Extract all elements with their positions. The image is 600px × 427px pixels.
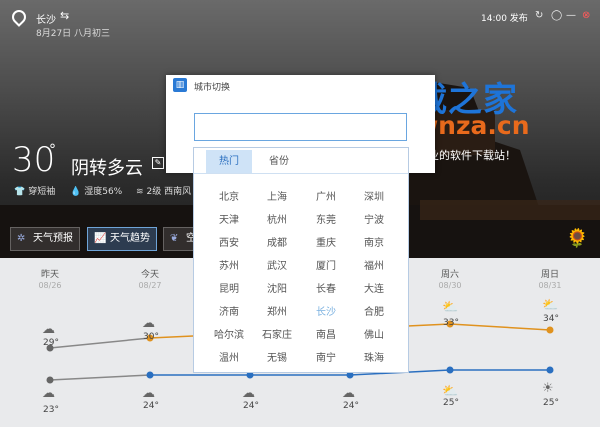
city-option[interactable]: 深圳 (352, 188, 396, 203)
high-temp: 33° (443, 318, 459, 328)
tab-air[interactable]: ❦ 空 (163, 227, 196, 251)
city-option[interactable]: 武汉 (255, 257, 299, 272)
cloud-icon: ☁ (342, 386, 355, 401)
city-option[interactable]: 苏州 (207, 257, 251, 272)
cloud-icon: ☁ (42, 386, 55, 401)
humidity-info: 💧 湿度56% (70, 187, 123, 197)
city-option[interactable]: 重庆 (304, 234, 348, 249)
publish-time: 14:00 发布 (481, 14, 528, 24)
cloud-sun-icon: ⛅ (442, 300, 459, 315)
city-search-input[interactable] (194, 113, 407, 141)
city-option[interactable]: 沈阳 (255, 280, 299, 295)
cloud-sun-icon: ⛅ (542, 298, 559, 313)
day-label: 昨天 (40, 270, 59, 280)
city-option[interactable]: 广州 (304, 188, 348, 203)
tab-forecast[interactable]: ✲ 天气预报 (10, 227, 80, 251)
city-option[interactable]: 杭州 (255, 211, 299, 226)
high-temp: 30° (143, 332, 159, 342)
past-low-line (49, 374, 151, 381)
city-option[interactable]: 合肥 (352, 303, 396, 318)
day-label: 周六 (440, 270, 459, 280)
low-point-5 (546, 366, 554, 374)
current-date: 8月27日 八月初三 (36, 29, 111, 39)
low-point-0 (46, 376, 54, 384)
wind-info: ≋ 2级 西南风 (136, 187, 192, 197)
city-option[interactable]: 南昌 (304, 326, 348, 341)
day-label: 周日 (540, 270, 559, 280)
low-temp: 25° (543, 398, 559, 408)
day-date: 08/31 (538, 281, 562, 290)
city-option[interactable]: 宁波 (352, 211, 396, 226)
low-point-1 (146, 371, 154, 379)
low-temp: 25° (443, 398, 459, 408)
wind-icon: ≋ (136, 187, 144, 197)
city-option[interactable]: 福州 (352, 257, 396, 272)
panel-divider (194, 173, 408, 174)
flower-icon[interactable]: 🌻 (566, 228, 588, 249)
drop-icon: 💧 (70, 187, 82, 197)
current-city[interactable]: 长沙 (36, 11, 56, 26)
edit-icon[interactable]: ✎ (152, 157, 164, 169)
day-date: 08/30 (438, 281, 462, 290)
city-option[interactable]: 东莞 (304, 211, 348, 226)
degree-symbol: ° (49, 142, 56, 158)
chart-icon: 📈 (94, 233, 107, 244)
city-option[interactable]: 昆明 (207, 280, 251, 295)
dress-info: 👕 穿短袖 (14, 187, 56, 197)
city-option[interactable]: 无锡 (255, 349, 299, 364)
cloud-icon: ☁ (142, 386, 155, 401)
cloud-icon: ☁ (42, 322, 55, 337)
city-option[interactable]: 济南 (207, 303, 251, 318)
city-option[interactable]: 佛山 (352, 326, 396, 341)
cloud-icon: ☁ (242, 386, 255, 401)
city-option[interactable]: 北京 (207, 188, 251, 203)
high-temp: 29° (43, 338, 59, 348)
day-label: 今天 (140, 270, 159, 280)
city-option[interactable]: 郑州 (255, 303, 299, 318)
high-point-5 (546, 326, 554, 334)
city-option[interactable]: 长春 (304, 280, 348, 295)
tab-provinces[interactable]: 省份 (256, 150, 302, 173)
city-option[interactable]: 长沙 (304, 303, 348, 318)
past-high-line (49, 337, 151, 349)
low-temp: 24° (143, 401, 159, 411)
city-option[interactable]: 石家庄 (255, 326, 299, 341)
leaf-icon: ❦ (170, 233, 179, 244)
day-date: 08/27 (138, 281, 162, 290)
city-building-icon: ▥ (173, 78, 187, 92)
gear-icon: ✲ (17, 233, 26, 244)
city-option[interactable]: 西安 (207, 234, 251, 249)
cloud-icon: ☁ (142, 316, 155, 331)
city-option[interactable]: 上海 (255, 188, 299, 203)
city-option[interactable]: 成都 (255, 234, 299, 249)
city-option[interactable]: 南宁 (304, 349, 348, 364)
refresh-icon[interactable]: ↻ (535, 10, 543, 21)
sun-icon: ☀ (542, 381, 554, 396)
city-option[interactable]: 珠海 (352, 349, 396, 364)
low-point-4 (446, 366, 454, 374)
city-option[interactable]: 厦门 (304, 257, 348, 272)
dialog-title: 城市切换 (194, 83, 231, 93)
city-option[interactable]: 哈尔滨 (207, 326, 251, 341)
city-option[interactable]: 天津 (207, 211, 251, 226)
settings-icon[interactable]: ◯ (551, 10, 562, 21)
minimize-icon[interactable]: — (566, 10, 576, 21)
weather-condition: 阴转多云 (71, 158, 143, 179)
switch-arrows-icon[interactable]: ⇆ (60, 9, 69, 22)
city-option[interactable]: 温州 (207, 349, 251, 364)
city-option[interactable]: 大连 (352, 280, 396, 295)
tab-trend[interactable]: 📈 天气趋势 (87, 227, 157, 251)
low-temp: 24° (243, 401, 259, 411)
tab-hot-cities[interactable]: 热门 (206, 150, 252, 173)
close-icon[interactable]: ⊗ (582, 10, 590, 21)
low-temp: 24° (343, 401, 359, 411)
city-option[interactable]: 南京 (352, 234, 396, 249)
cloud-sun-icon: ⛅ (442, 384, 459, 399)
shirt-icon: 👕 (14, 187, 26, 197)
high-temp: 34° (543, 314, 559, 324)
low-temp: 23° (43, 405, 59, 415)
day-date: 08/26 (38, 281, 62, 290)
